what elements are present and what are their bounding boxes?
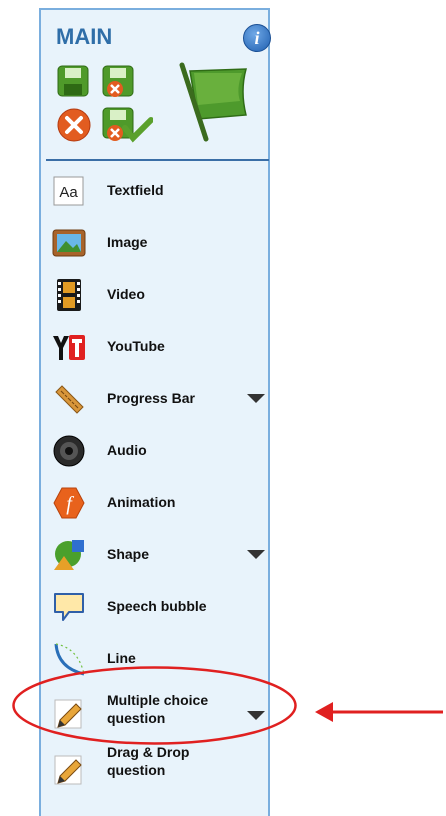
tool-audio[interactable]: Audio [48,427,270,473]
annotation-arrow [315,702,443,722]
save-close-icon[interactable] [101,64,137,100]
pencil-icon [54,755,82,785]
tool-label-line2: question [107,762,166,778]
chevron-down-icon[interactable] [247,394,265,403]
close-icon[interactable] [56,107,92,143]
video-icon [57,279,81,311]
tool-label: Video [107,286,145,302]
save-check-icon[interactable] [101,106,153,146]
tool-label: Image [107,234,148,250]
tool-label: Shape [107,546,150,562]
tool-animation[interactable]: f Animation [48,479,270,525]
textfield-icon: Aa [53,176,84,206]
flag-icon[interactable] [172,55,254,143]
shape-icon [54,540,84,570]
tool-textfield[interactable]: Aa Textfield [48,167,270,213]
svg-text:Aa: Aa [59,184,78,201]
tool-video[interactable]: Video [48,271,270,317]
speech-bubble-icon [54,593,84,621]
save-icon[interactable] [56,64,90,98]
divider [46,159,269,161]
animation-icon: f [53,487,85,519]
info-icon[interactable]: i [243,24,271,52]
image-icon [52,229,86,257]
ruler-icon [55,385,84,414]
youtube-icon [53,335,85,360]
tool-image[interactable]: Image [48,219,270,265]
highlight-ellipse [12,666,297,745]
tool-speech-bubble[interactable]: Speech bubble [48,583,270,629]
tool-label: Audio [107,442,147,458]
tool-label: Progress Bar [107,390,195,406]
tool-drag-drop-question[interactable]: Drag & Drop question [48,744,270,792]
tool-shape[interactable]: Shape [48,531,270,577]
tool-label: Animation [107,494,176,510]
tool-label: Textfield [107,182,164,198]
tool-label: YouTube [107,338,165,354]
speaker-icon [53,435,85,467]
tool-progress-bar[interactable]: Progress Bar [48,375,270,421]
panel-title: MAIN [56,24,113,49]
tool-youtube[interactable]: YouTube [48,323,270,369]
tool-label: Speech bubble [107,598,207,614]
chevron-down-icon[interactable] [247,550,265,559]
